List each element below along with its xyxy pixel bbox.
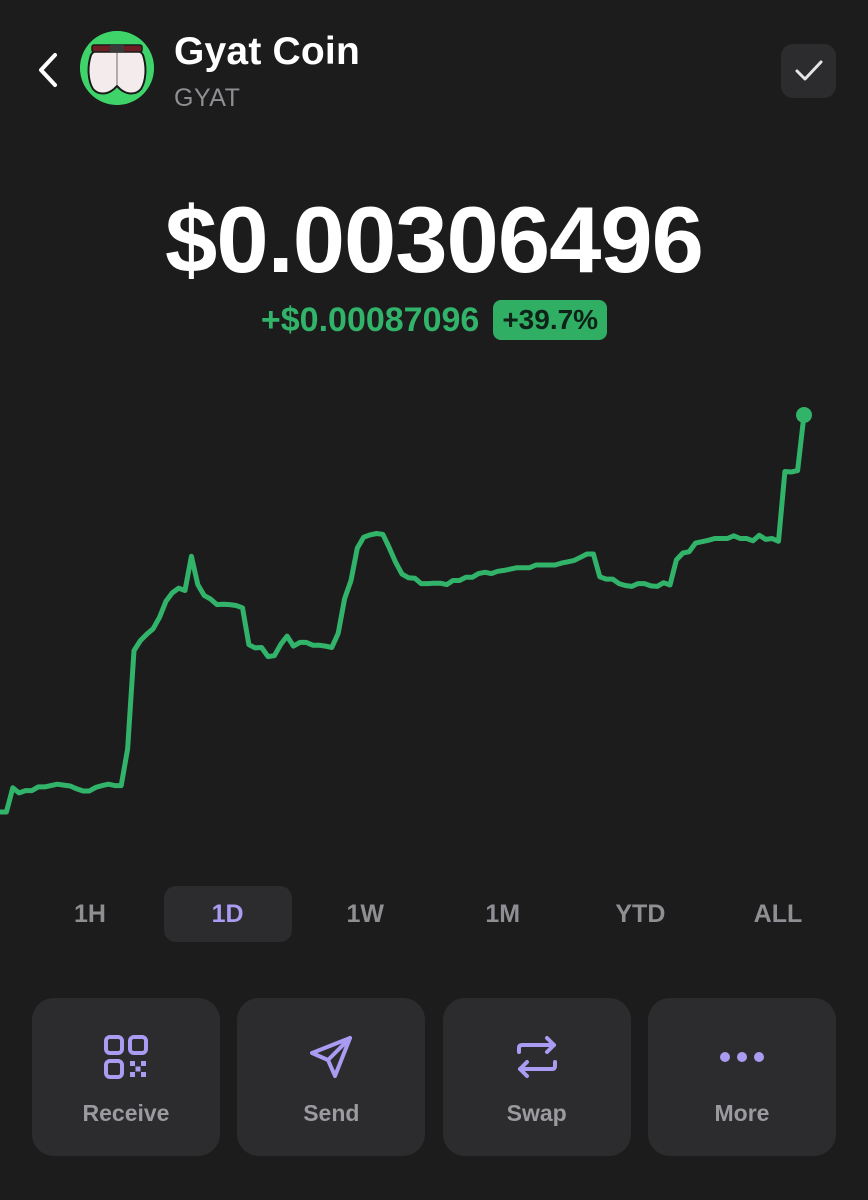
price-line <box>0 412 807 815</box>
range-1m[interactable]: 1M <box>439 886 567 942</box>
chevron-left-icon <box>39 53 57 87</box>
coin-avatar <box>80 31 154 105</box>
back-button[interactable] <box>28 48 68 92</box>
price-chart[interactable] <box>0 360 868 860</box>
header: Gyat Coin GYAT <box>0 0 868 140</box>
send-button[interactable]: Send <box>237 998 426 1156</box>
coin-ticker: GYAT <box>174 84 241 112</box>
send-label: Send <box>303 1100 360 1126</box>
range-1w[interactable]: 1W <box>301 886 429 942</box>
range-1d[interactable]: 1D <box>163 886 292 942</box>
change-amount: +$0.00087096 <box>260 300 480 339</box>
swap-button[interactable]: Swap <box>442 998 631 1156</box>
current-price: $0.00306496 <box>165 187 704 292</box>
current-price-dot <box>796 407 812 423</box>
change-percent-badge: +39.7% <box>493 300 608 340</box>
coin-logo-image <box>80 31 154 105</box>
paper-plane-icon <box>308 1032 354 1082</box>
done-button[interactable] <box>781 44 836 98</box>
coin-name: Gyat Coin <box>174 30 360 73</box>
receive-button[interactable]: Receive <box>32 998 220 1156</box>
range-ytd[interactable]: YTD <box>576 886 704 942</box>
qr-code-icon <box>102 1032 150 1082</box>
receive-label: Receive <box>82 1100 170 1126</box>
swap-arrows-icon <box>514 1032 560 1082</box>
checkmark-icon <box>795 60 822 81</box>
more-button[interactable]: More <box>647 998 836 1156</box>
price-change-row: +$0.00087096 +39.7% <box>0 300 868 340</box>
range-1h[interactable]: 1H <box>26 886 154 942</box>
action-bar: Receive Send Swap More <box>32 998 836 1156</box>
range-all[interactable]: ALL <box>714 886 842 942</box>
swap-label: Swap <box>506 1100 567 1126</box>
time-range-selector: 1H 1D 1W 1M YTD ALL <box>26 886 842 944</box>
more-label: More <box>714 1100 770 1126</box>
ellipsis-icon <box>719 1032 765 1082</box>
